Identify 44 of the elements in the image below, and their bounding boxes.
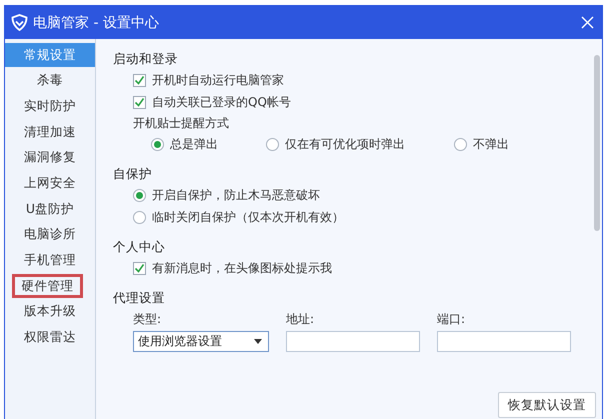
field-label: 端口:	[437, 311, 466, 327]
sidebar-item[interactable]: 上网安全	[5, 171, 95, 196]
field-label: 类型:	[133, 311, 162, 327]
input-field[interactable]	[286, 331, 420, 352]
radio-button[interactable]	[133, 210, 146, 224]
checkbox-label: 开机时自动运行电脑管家	[152, 72, 284, 88]
sidebar-item[interactable]: 清理加速	[5, 120, 95, 144]
scrollbar[interactable]	[594, 55, 600, 231]
sidebar-item[interactable]: 版本升级	[5, 300, 95, 324]
radio-label: 不弹出	[473, 136, 509, 152]
proxy-type-dropdown[interactable]: 使用浏览器设置	[133, 331, 269, 352]
section-heading: 个人中心	[113, 238, 166, 256]
checkbox-label: 有新消息时，在头像图标处提示我	[152, 260, 332, 276]
radio-label: 仅在有可优化项时弹出	[285, 136, 405, 152]
radio-button[interactable]	[454, 138, 467, 150]
sidebar-item[interactable]: 硬件管理	[12, 274, 83, 298]
section-heading: 代理设置	[113, 289, 166, 307]
radio-button[interactable]	[133, 188, 146, 202]
section-heading: 自保护	[113, 165, 153, 183]
option-label: 开机贴士提醒方式	[133, 115, 230, 132]
caret-icon	[254, 339, 262, 344]
sidebar-item[interactable]: 电脑诊所	[5, 222, 95, 247]
sidebar-item[interactable]: 漏洞修复	[5, 146, 95, 170]
checkbox[interactable]	[133, 74, 146, 86]
sidebar-item[interactable]: U盘防护	[5, 197, 95, 222]
window-title: 电脑管家 - 设置中心	[33, 14, 160, 32]
checkbox[interactable]	[133, 262, 146, 274]
sidebar-item[interactable]: 权限雷达	[5, 326, 95, 350]
field-label: 地址:	[286, 311, 316, 327]
sidebar-item[interactable]: 手机管理	[5, 248, 95, 272]
radio-label: 总是弹出	[170, 136, 218, 152]
shield-logo-icon	[11, 14, 28, 31]
sidebar-item[interactable]: 杀毒	[5, 68, 95, 93]
radio-label: 临时关闭自保护（仅本次开机有效）	[152, 208, 344, 226]
sidebar-item[interactable]: 实时防护	[5, 94, 95, 118]
section-heading: 启动和登录	[113, 50, 179, 68]
restore-defaults-button[interactable]: 恢复默认设置	[498, 392, 596, 418]
checkbox[interactable]	[133, 96, 146, 108]
radio-button[interactable]	[266, 138, 279, 150]
radio-button[interactable]	[151, 138, 164, 150]
close-icon[interactable]	[581, 16, 594, 29]
checkbox-label: 自动关联已登录的QQ帐号	[152, 94, 291, 110]
radio-label: 开启自保护，防止木马恶意破坏	[152, 186, 320, 204]
input-field[interactable]	[437, 331, 571, 352]
